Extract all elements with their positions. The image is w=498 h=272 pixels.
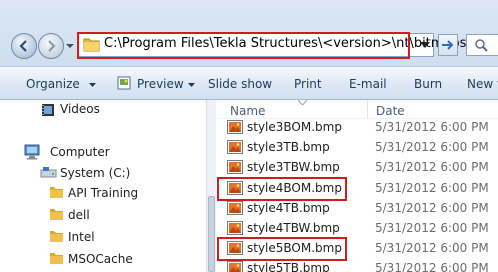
burn-button[interactable]: Burn — [414, 77, 442, 91]
organize-button[interactable]: Organize — [26, 77, 80, 91]
sidebar-item-videos[interactable]: Videos — [60, 102, 100, 116]
navigation-scrollbar[interactable] — [206, 100, 216, 272]
back-arrow-icon — [19, 40, 27, 52]
address-dropdown-icon[interactable] — [420, 42, 430, 48]
preview-dropdown-icon[interactable] — [188, 83, 195, 87]
videos-icon — [42, 104, 54, 116]
bitmap-file-icon — [227, 261, 243, 272]
forward-button[interactable] — [38, 33, 64, 59]
computer-icon — [24, 144, 40, 160]
sidebar-item-folder[interactable]: dell — [68, 208, 90, 222]
sidebar-item-system-drive[interactable]: System (C:) — [60, 166, 130, 180]
email-button[interactable]: E-mail — [349, 77, 387, 91]
file-name[interactable]: style3TB.bmp — [247, 140, 330, 154]
header-divider — [217, 118, 498, 119]
column-header-name[interactable]: Name — [230, 104, 265, 118]
file-date: 5/31/2012 6:00 PM — [375, 160, 489, 174]
search-input[interactable] — [466, 34, 498, 56]
file-date: 5/31/2012 6:00 PM — [375, 120, 489, 134]
file-date: 5/31/2012 6:00 PM — [375, 140, 489, 154]
drive-icon — [40, 167, 57, 178]
sidebar-item-folder[interactable]: MSOCache — [68, 252, 133, 266]
file-name[interactable]: style5TB.bmp — [247, 261, 330, 272]
file-date: 5/31/2012 6:00 PM — [375, 181, 489, 195]
file-highlight-box — [217, 177, 347, 201]
sort-caret-icon — [298, 100, 307, 105]
go-arrow-icon — [442, 40, 454, 50]
bitmap-file-icon — [227, 120, 243, 134]
bitmap-file-icon — [227, 160, 243, 174]
bitmap-file-icon — [227, 140, 243, 154]
recent-pages-dropdown-icon[interactable] — [66, 42, 74, 50]
sidebar-item-folder[interactable]: Intel — [68, 230, 95, 244]
sidebar-item-computer[interactable]: Computer — [50, 145, 110, 159]
file-name[interactable]: style3TBW.bmp — [247, 160, 340, 174]
folder-icon — [50, 187, 63, 198]
preview-icon — [117, 76, 131, 90]
file-name[interactable]: style3BOM.bmp — [247, 120, 342, 134]
file-highlight-box — [217, 237, 347, 261]
search-icon — [475, 39, 488, 52]
column-divider[interactable] — [367, 100, 368, 118]
organize-dropdown-icon[interactable] — [89, 83, 96, 87]
column-header-date[interactable]: Date — [376, 104, 405, 118]
file-date: 5/31/2012 6:00 PM — [375, 221, 489, 235]
file-name[interactable]: style4TB.bmp — [247, 201, 330, 215]
file-date: 5/31/2012 6:00 PM — [375, 241, 489, 255]
sidebar-item-folder[interactable]: API Training — [68, 186, 138, 200]
file-date: 5/31/2012 6:00 PM — [375, 261, 489, 272]
print-button[interactable]: Print — [294, 77, 322, 91]
bitmap-file-icon — [227, 201, 243, 215]
go-button[interactable] — [438, 34, 458, 56]
file-date: 5/31/2012 6:00 PM — [375, 201, 489, 215]
forward-arrow-icon — [48, 40, 56, 52]
slideshow-button[interactable]: Slide show — [208, 77, 272, 91]
folder-icon — [50, 253, 63, 264]
folder-icon — [50, 209, 63, 220]
new-folder-button[interactable]: New fo — [467, 77, 498, 91]
file-name[interactable]: style4TBW.bmp — [247, 221, 340, 235]
address-highlight-box — [77, 32, 410, 59]
back-button[interactable] — [11, 33, 37, 59]
bitmap-file-icon — [227, 221, 243, 235]
folder-icon — [50, 231, 63, 242]
scrollbar-thumb[interactable] — [208, 196, 215, 272]
preview-button[interactable]: Preview — [137, 77, 184, 91]
